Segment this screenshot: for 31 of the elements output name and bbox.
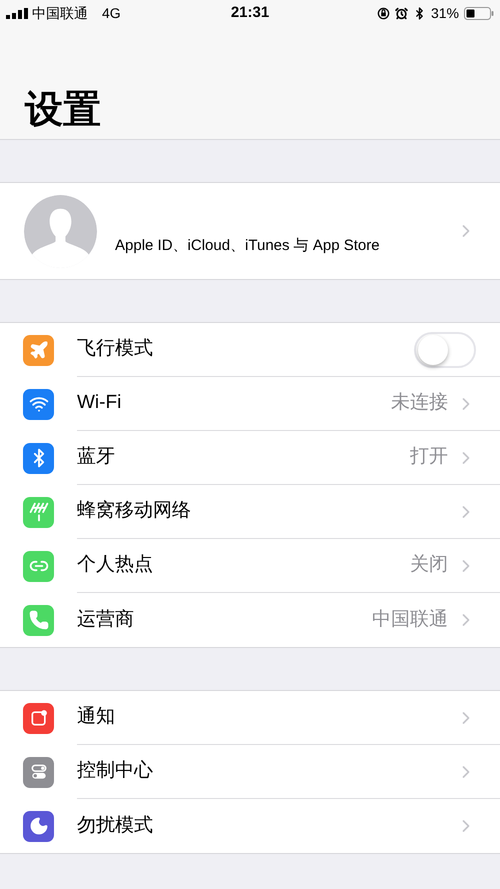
row-label: 勿扰模式 [77,814,154,838]
network-type: 4G [102,4,121,22]
airplane-icon [28,340,48,360]
row-label: 蓝牙 [77,445,116,470]
page-title: 设置 [25,91,101,129]
signal-icon [6,8,28,18]
row-value: 打开 [410,445,448,470]
battery-percent: 31% [430,4,459,22]
row-label: Wi-Fi [77,391,122,416]
row-label: 飞行模式 [77,337,154,362]
moon-icon [28,816,48,836]
battery-icon [464,6,494,20]
profile-row[interactable]: Apple ID、iCloud、iTunes 与 App Store [0,182,500,280]
row-value: 中国联通 [372,608,448,632]
antenna-icon [28,502,48,522]
row-label: 运营商 [77,608,135,632]
row-value: 关闭 [410,553,448,578]
row-label: 控制中心 [77,759,154,784]
row-value: 未连接 [391,391,448,416]
profile-subtitle: Apple ID、iCloud、iTunes 与 App Store [115,236,381,256]
clock-time: 21:31 [230,2,270,23]
row-label: 蜂窝移动网络 [77,499,192,524]
rotation-lock-icon [376,6,390,20]
notification-icon [28,708,48,728]
row-label: 个人热点 [77,553,154,578]
carrier-name: 中国联通 [32,4,88,22]
toggle-switch[interactable] [414,332,476,368]
row-label: 通知 [77,705,116,730]
alarm-icon [394,6,408,20]
phone-icon [28,610,48,630]
avatar-icon [24,194,97,268]
